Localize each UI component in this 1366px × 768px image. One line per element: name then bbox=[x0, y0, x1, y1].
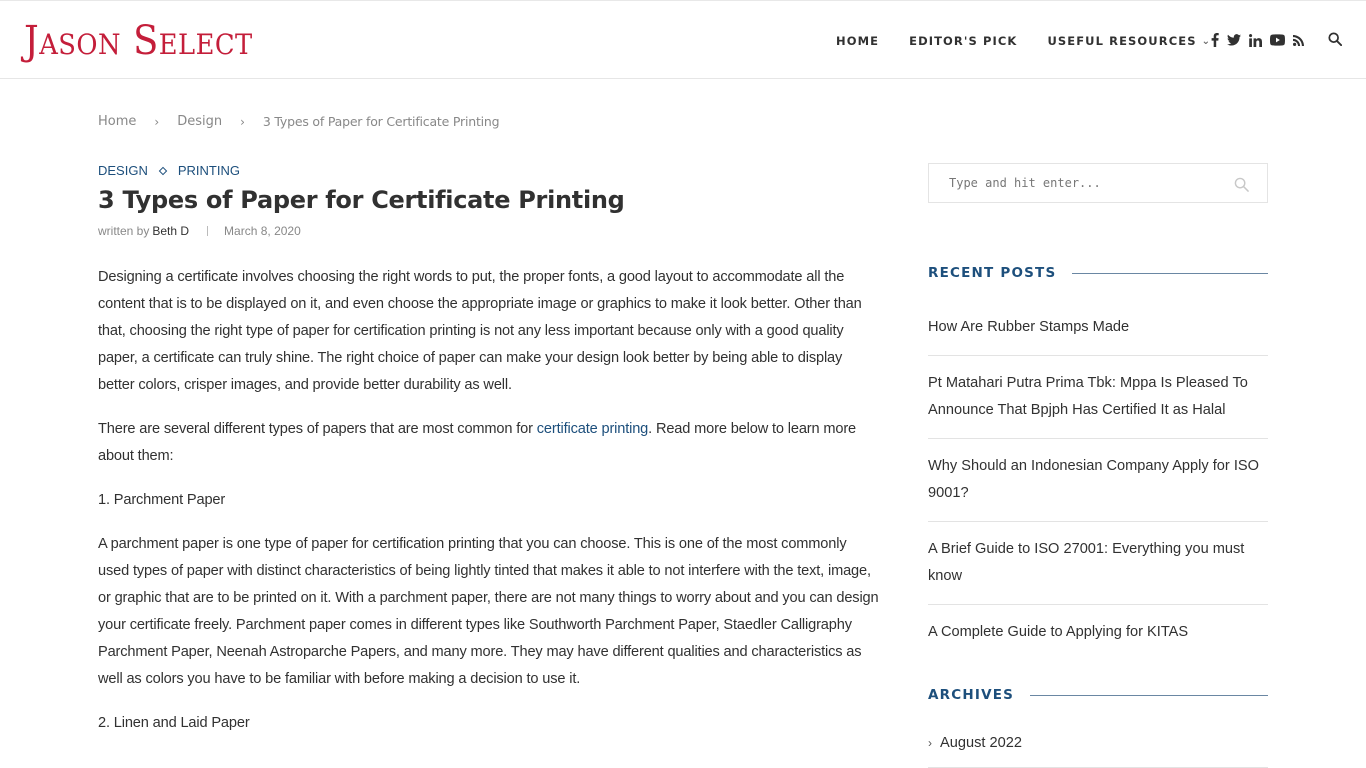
search-icon[interactable] bbox=[1328, 32, 1343, 51]
post-content: Designing a certificate involves choosin… bbox=[98, 264, 880, 754]
social-links bbox=[1211, 31, 1312, 49]
site-logo[interactable]: Jason Select bbox=[24, 15, 253, 67]
chevron-right-icon: › bbox=[240, 114, 245, 129]
list-item: Why Should an Indonesian Company Apply f… bbox=[928, 450, 1268, 522]
recent-post-link[interactable]: Why Should an Indonesian Company Apply f… bbox=[928, 458, 1259, 501]
meta-divider bbox=[207, 226, 209, 236]
archives-heading: ARCHIVES bbox=[928, 687, 1268, 703]
certificate-printing-link[interactable]: certificate printing bbox=[537, 421, 649, 437]
list-item: › August 2022 bbox=[928, 730, 1268, 768]
paragraph-types: There are several different types of pap… bbox=[98, 416, 880, 470]
breadcrumb-home[interactable]: Home bbox=[98, 114, 136, 129]
category-printing[interactable]: PRINTING bbox=[178, 163, 240, 178]
chevron-right-icon: › bbox=[928, 736, 932, 750]
facebook-icon[interactable] bbox=[1211, 31, 1219, 49]
heading-linen-laid-paper: 2. Linen and Laid Paper bbox=[98, 715, 250, 731]
paragraph-intro: Designing a certificate involves choosin… bbox=[98, 269, 862, 393]
breadcrumb-design[interactable]: Design bbox=[177, 114, 222, 129]
chevron-down-icon: ⌄ bbox=[1201, 36, 1212, 47]
category-design[interactable]: DESIGN bbox=[98, 163, 148, 178]
twitter-icon[interactable] bbox=[1227, 31, 1241, 49]
nav-item-useful-resources-label: USEFUL RESOURCES bbox=[1047, 34, 1197, 48]
recent-posts-heading: RECENT POSTS bbox=[928, 265, 1268, 281]
recent-post-link[interactable]: How Are Rubber Stamps Made bbox=[928, 319, 1129, 335]
recent-posts-title: RECENT POSTS bbox=[928, 265, 1057, 281]
list-item: Pt Matahari Putra Prima Tbk: Mppa Is Ple… bbox=[928, 367, 1268, 439]
heading-line bbox=[1030, 694, 1268, 696]
post-title: 3 Types of Paper for Certificate Printin… bbox=[98, 186, 625, 214]
search-input[interactable] bbox=[929, 164, 1267, 202]
post-date: March 8, 2020 bbox=[224, 224, 301, 238]
linkedin-icon[interactable] bbox=[1249, 31, 1262, 49]
post-meta: written by Beth D March 8, 2020 bbox=[98, 224, 301, 238]
recent-post-link[interactable]: A Complete Guide to Applying for KITAS bbox=[928, 624, 1188, 640]
list-item: How Are Rubber Stamps Made bbox=[928, 311, 1268, 356]
chevron-right-icon: › bbox=[154, 114, 160, 129]
post-author[interactable]: Beth D bbox=[152, 224, 189, 238]
sidebar: RECENT POSTS How Are Rubber Stamps Made … bbox=[928, 163, 1268, 768]
sidebar-search bbox=[928, 163, 1268, 203]
diamond-separator-icon bbox=[158, 166, 168, 175]
paragraph-types-text-start: There are several different types of pap… bbox=[98, 421, 537, 437]
breadcrumb-current: 3 Types of Paper for Certificate Printin… bbox=[262, 114, 500, 129]
recent-post-link[interactable]: A Brief Guide to ISO 27001: Everything y… bbox=[928, 541, 1244, 584]
search-icon[interactable] bbox=[1234, 177, 1249, 197]
archives-list: › August 2022 bbox=[928, 730, 1268, 768]
youtube-icon[interactable] bbox=[1270, 31, 1285, 49]
recent-post-link[interactable]: Pt Matahari Putra Prima Tbk: Mppa Is Ple… bbox=[928, 375, 1248, 418]
list-item: A Complete Guide to Applying for KITAS bbox=[928, 616, 1268, 660]
nav-item-editors-pick[interactable]: EDITOR'S PICK bbox=[909, 34, 1017, 48]
paragraph-parchment: A parchment paper is one type of paper f… bbox=[98, 536, 879, 687]
archives-title: ARCHIVES bbox=[928, 687, 1015, 703]
post-categories: DESIGN PRINTING bbox=[98, 163, 240, 178]
main-nav: HOME EDITOR'S PICK USEFUL RESOURCES ⌄ bbox=[836, 34, 1211, 48]
written-by-label: written by bbox=[98, 224, 150, 238]
heading-parchment-paper: 1. Parchment Paper bbox=[98, 492, 226, 508]
list-item: A Brief Guide to ISO 27001: Everything y… bbox=[928, 533, 1268, 605]
nav-item-home[interactable]: HOME bbox=[836, 34, 879, 48]
breadcrumb: Home › Design › 3 Types of Paper for Cer… bbox=[98, 114, 500, 129]
site-header: Jason Select HOME EDITOR'S PICK USEFUL R… bbox=[0, 0, 1366, 79]
rss-icon[interactable] bbox=[1293, 31, 1304, 49]
heading-line bbox=[1072, 272, 1268, 274]
nav-item-useful-resources[interactable]: USEFUL RESOURCES ⌄ bbox=[1047, 34, 1211, 48]
archive-link[interactable]: August 2022 bbox=[940, 730, 1022, 757]
recent-posts-list: How Are Rubber Stamps Made Pt Matahari P… bbox=[928, 311, 1268, 671]
